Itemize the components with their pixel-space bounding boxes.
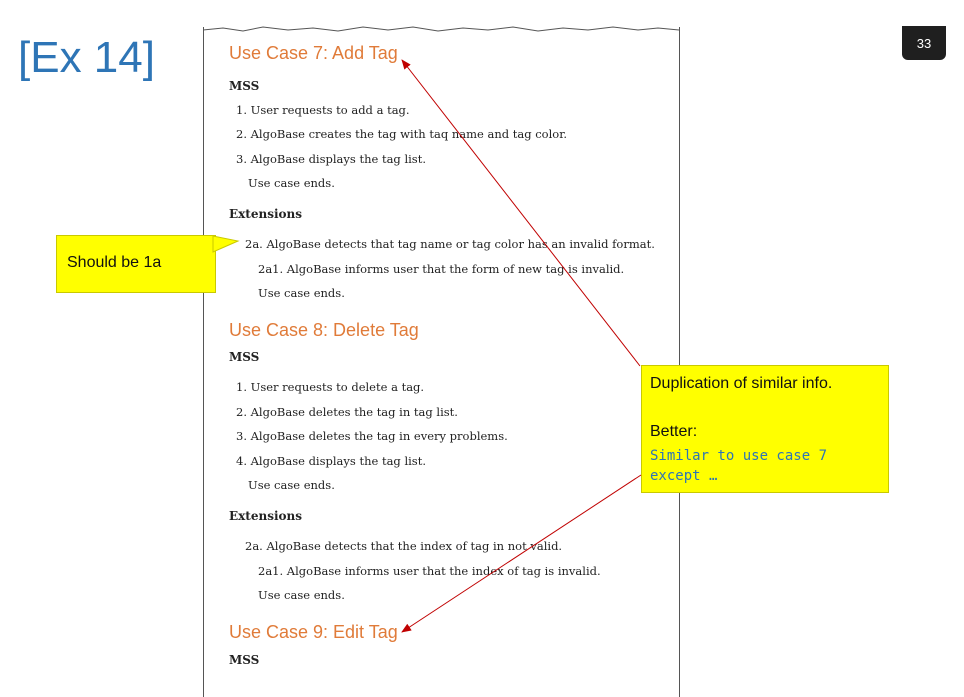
arrow-to-uc7 (401, 59, 641, 367)
annotation-overlay (212, 59, 642, 633)
callout-left-pointer (212, 235, 240, 253)
arrow-to-uc9 (401, 474, 642, 633)
